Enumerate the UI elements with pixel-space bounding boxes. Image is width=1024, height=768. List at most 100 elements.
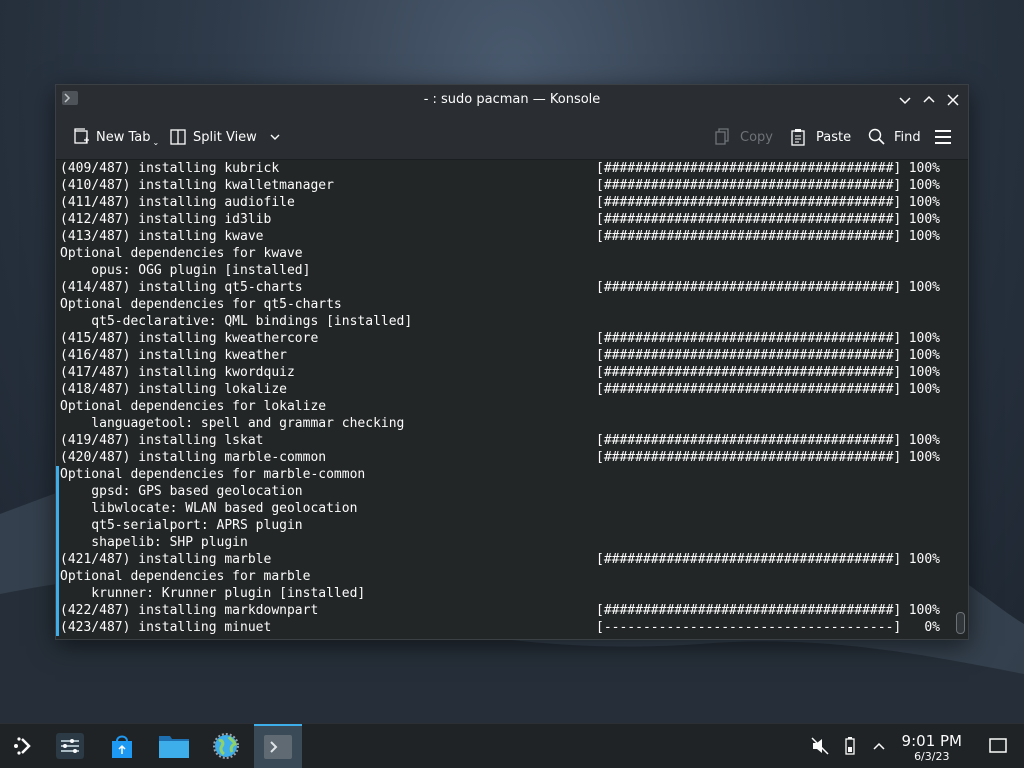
terminal-line-text: (422/487) installing markdownpart xyxy=(60,603,319,618)
terminal-line: (409/487) installing kubrick [###########… xyxy=(56,160,951,177)
progress-percent: 100% xyxy=(908,331,940,346)
close-icon xyxy=(947,94,959,106)
progress-percent: 100% xyxy=(908,178,940,193)
terminal-line-text: (410/487) installing kwalletmanager xyxy=(60,178,334,193)
progress-bar-text: [#####################################] xyxy=(596,348,902,363)
taskbar-discover[interactable] xyxy=(98,724,146,768)
progress-bar-text: [#####################################] xyxy=(596,365,902,380)
terminal-line: (423/487) installing minuet [------------… xyxy=(56,619,951,636)
terminal-output[interactable]: (409/487) installing kubrick [###########… xyxy=(56,160,951,639)
terminal-line-text: shapelib: SHP plugin xyxy=(60,535,248,550)
scrollbar-thumb[interactable] xyxy=(956,612,965,634)
clock-time: 9:01 PM xyxy=(901,732,962,750)
terminal-line: (418/487) installing lokalize [##########… xyxy=(56,381,951,398)
folder-icon xyxy=(159,736,189,758)
terminal-line: Optional dependencies for lokalize xyxy=(56,398,951,415)
taskbar: 9:01 PM 6/3/23 xyxy=(0,723,1024,768)
progress-percent: 100% xyxy=(908,212,940,227)
terminal-line: (414/487) installing qt5-charts [########… xyxy=(56,279,951,296)
maximize-button[interactable] xyxy=(920,91,938,109)
paste-button[interactable]: Paste xyxy=(790,126,851,148)
konsole-window: - : sudo pacman — Konsole New Tab ⌄ Spli… xyxy=(55,84,969,640)
terminal-line: qt5-serialport: APRS plugin xyxy=(56,517,951,534)
terminal-line-text: (420/487) installing marble-common xyxy=(60,450,327,465)
terminal-line: Optional dependencies for marble-common xyxy=(56,466,951,483)
taskbar-web-browser[interactable] xyxy=(202,724,250,768)
copy-icon xyxy=(715,128,729,145)
toolbar: New Tab ⌄ Split View Copy Paste Find xyxy=(56,115,968,160)
show-desktop-icon xyxy=(989,738,1007,753)
terminal-line-text: (412/487) installing id3lib xyxy=(60,212,272,227)
taskbar-konsole[interactable] xyxy=(254,724,302,768)
terminal-line: (419/487) installing lskat [#############… xyxy=(56,432,951,449)
taskbar-file-manager[interactable] xyxy=(150,724,198,768)
terminal-line: (421/487) installing marble [############… xyxy=(56,551,951,568)
copy-label: Copy xyxy=(740,129,773,145)
progress-bar-text: [#####################################] xyxy=(596,229,902,244)
progress-percent: 100% xyxy=(908,229,940,244)
terminal-line-text: opus: OGG plugin [installed] xyxy=(60,263,311,278)
progress-bar-text: [#####################################] xyxy=(596,552,902,567)
terminal-line-text: (419/487) installing lskat xyxy=(60,433,264,448)
terminal-line-text: (409/487) installing kubrick xyxy=(60,161,280,176)
terminal-line-text: (415/487) installing kweathercore xyxy=(60,331,319,346)
new-tab-dropdown-icon[interactable]: ⌄ xyxy=(153,138,160,147)
terminal-line: (417/487) installing kwordquiz [#########… xyxy=(56,364,951,381)
plasma-launcher-icon xyxy=(14,737,31,755)
chevron-up-icon xyxy=(873,742,885,750)
clock-date: 6/3/23 xyxy=(914,750,950,763)
find-button[interactable]: Find xyxy=(868,126,921,148)
progress-bar-text: [#####################################] xyxy=(596,161,902,176)
terminal-line-text: languagetool: spell and grammar checking xyxy=(60,416,405,431)
chevron-up-icon xyxy=(923,95,935,103)
terminal-line-text: libwlocate: WLAN based geolocation xyxy=(60,501,358,516)
progress-percent: 100% xyxy=(908,433,940,448)
progress-bar-text: [#####################################] xyxy=(596,603,902,618)
terminal-line: Optional dependencies for kwave xyxy=(56,245,951,262)
show-desktop-button[interactable] xyxy=(974,724,1022,768)
progress-percent: 100% xyxy=(908,382,940,397)
progress-bar-text: [#####################################] xyxy=(596,280,902,295)
discover-store-icon xyxy=(112,735,132,758)
chevron-down-icon xyxy=(270,134,280,140)
hamburger-menu-icon xyxy=(935,130,951,144)
taskbar-system-settings-sliders[interactable] xyxy=(46,724,94,768)
progress-bar-text: [#####################################] xyxy=(596,331,902,346)
terminal-line: Optional dependencies for marble xyxy=(56,568,951,585)
split-view-label: Split View xyxy=(193,129,257,145)
terminal-line-text: Optional dependencies for marble xyxy=(60,569,311,584)
split-view-button[interactable]: Split View xyxy=(169,126,281,148)
new-tab-icon xyxy=(74,128,89,144)
system-tray-expand-button[interactable] xyxy=(855,724,903,768)
terminal-line: (422/487) installing markdownpart [######… xyxy=(56,602,951,619)
progress-percent: 100% xyxy=(908,450,940,465)
progress-percent: 100% xyxy=(908,195,940,210)
scrollbar[interactable] xyxy=(951,160,968,639)
terminal-line-text: Optional dependencies for marble-common xyxy=(60,467,366,482)
hamburger-menu-button[interactable] xyxy=(934,126,952,148)
new-tab-label: New Tab xyxy=(96,129,151,145)
terminal-line: (411/487) installing audiofile [#########… xyxy=(56,194,951,211)
terminal-line: (412/487) installing id3lib [############… xyxy=(56,211,951,228)
terminal-line-text: Optional dependencies for lokalize xyxy=(60,399,327,414)
progress-percent: 100% xyxy=(908,552,940,567)
terminal-line: krunner: Krunner plugin [installed] xyxy=(56,585,951,602)
title-bar[interactable]: - : sudo pacman — Konsole xyxy=(56,85,968,115)
progress-bar-text: [#####################################] xyxy=(596,450,902,465)
split-view-icon xyxy=(170,129,186,145)
terminal-line: (410/487) installing kwalletmanager [####… xyxy=(56,177,951,194)
progress-bar-text: [#####################################] xyxy=(596,195,902,210)
minimize-button[interactable] xyxy=(896,91,914,109)
terminal-line-text: (413/487) installing kwave xyxy=(60,229,264,244)
digital-clock[interactable]: 9:01 PM 6/3/23 xyxy=(902,732,962,763)
terminal-line-text: Optional dependencies for qt5-charts xyxy=(60,297,342,312)
new-tab-button[interactable]: New Tab ⌄ xyxy=(72,126,159,148)
chevron-down-icon xyxy=(899,97,911,105)
copy-button[interactable]: Copy xyxy=(714,126,773,148)
terminal-line: (415/487) installing kweathercore [######… xyxy=(56,330,951,347)
close-button[interactable] xyxy=(944,91,962,109)
terminal-line-text: qt5-serialport: APRS plugin xyxy=(60,518,303,533)
terminal-line-text: qt5-declarative: QML bindings [installed… xyxy=(60,314,413,329)
application-launcher[interactable] xyxy=(0,724,48,768)
paste-icon xyxy=(791,129,805,146)
